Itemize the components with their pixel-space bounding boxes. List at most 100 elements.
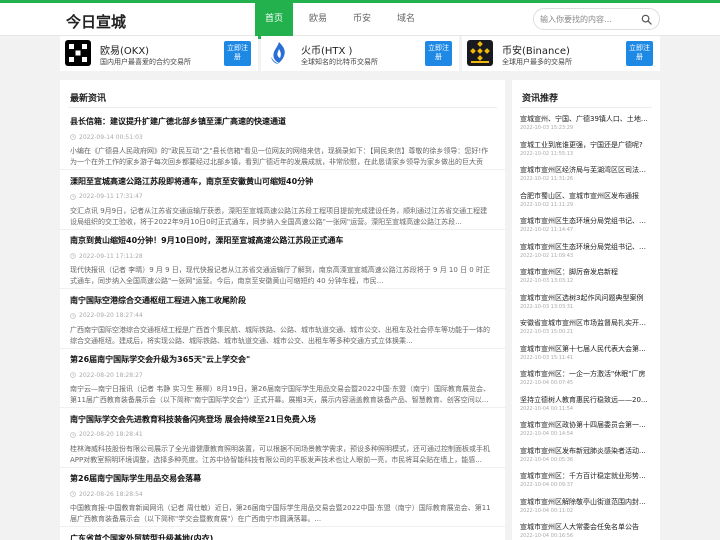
recommend-title[interactable]: 安徽省宣城市宣州区市场监督局扎实开展... xyxy=(520,318,652,328)
recommend-time: 2022-10-04 00:14:54 xyxy=(520,431,574,437)
recommend-title[interactable]: 宣城市宣州区生态环境分局党组书记、局长 xyxy=(520,216,652,226)
article-title[interactable]: 溧阳至宣城高速公路江苏段即将通车，南京至安徽黄山可缩短40分钟 xyxy=(70,176,492,187)
recommend-title[interactable]: 宣城市宣州区人大常委会任免名单公告 xyxy=(520,522,652,532)
recommend-item[interactable]: 安徽省宣城市宣州区市场监督局扎实开展... 2022-10-03 15:00:21 xyxy=(520,318,652,335)
recommend-item[interactable]: 宣城市宣州区经济局与芜湖湾区区司法局签约 2022-10-02 11:31:26 xyxy=(520,165,652,182)
recommend-time: 2022-10-04 00:11:54 xyxy=(520,405,574,412)
section-title: 资讯推荐 xyxy=(522,94,559,104)
recommend-title[interactable]: 宣城市宣州区：一企一方激活"休眠"厂房 xyxy=(520,369,652,379)
article-summary: 中国教育报-中国教育新闻网讯（记者 周仕敏）近日，第26届南宁国际学生用品交易会… xyxy=(70,504,491,523)
recommend-item[interactable]: 宣城市宣州区人大常委会任免名单公告 2022-10-04 00:16:56 xyxy=(520,522,652,539)
okx-logo-icon xyxy=(65,40,91,66)
recommend-time: 2022-10-04 00:05:36 xyxy=(520,456,574,463)
article-item[interactable]: 第26届南宁国际学生用品交易会落幕 2022-08-26 18:28:54 中国教育… xyxy=(70,473,492,525)
article-time-text: 2022-08-20 18:28:27 xyxy=(79,371,143,379)
recommend-time: 2022-10-02 11:31:26 xyxy=(520,176,574,182)
recommend-time: 2022-10-03 15:00:21 xyxy=(520,329,574,335)
search-box xyxy=(533,8,660,30)
article-title[interactable]: 南宁国际学交会先进教育科技装备闪亮登场 展会持续至21日免费入场 xyxy=(70,414,492,425)
recommend-time: 2022-10-03 13:03:12 xyxy=(520,278,574,284)
recommend-title[interactable]: 宣城市宣州区：千方百计稳定就业形势... xyxy=(520,471,652,481)
article-title[interactable]: 第26届南宁国际学交会升级为365天"云上学交会" xyxy=(70,354,492,365)
recommend-time: 2022-10-04 00:07:45 xyxy=(520,380,574,386)
recommend-time: 2022-10-04 00:11:02 xyxy=(520,507,574,514)
recommend-time: 2022-10-02 11:14:47 xyxy=(520,227,574,233)
recommend-title[interactable]: 宣城市宣州区发布新冠肺炎感染者活动... xyxy=(520,446,652,456)
recommend-item[interactable]: 宣城市宣州区：脚厉奋发启新程 2022-10-03 13:03:12 xyxy=(520,267,652,284)
exchange-card-okx[interactable]: 欧易(OKX) 国内用户最喜爱的合约交易所 立即注册 xyxy=(60,36,258,71)
recommend-item[interactable]: 宣城工业到底谁更强，宁国还是广德呢? 2022-10-02 11:55:13 xyxy=(520,140,652,157)
clock-icon xyxy=(70,431,76,438)
recommend-title[interactable]: 宣城市宣州区政协第十四届委员会第一... xyxy=(520,420,652,430)
article-time-text: 2022-09-14 00:51:03 xyxy=(79,133,143,141)
recommend-title[interactable]: 合肥市蜀山区、宣城市宣州区发布通报 xyxy=(520,191,652,201)
register-button[interactable]: 立即注册 xyxy=(425,41,452,66)
recommend-item[interactable]: 宣城市宣州区生态环境分局党组书记、局长 2022-10-02 11:14:47 xyxy=(520,216,652,233)
article-item[interactable]: 溧阳至宣城高速公路江苏段即将通车，南京至安徽黄山可缩短40分钟 2022-09-1… xyxy=(70,176,492,228)
article-title[interactable]: 南宁国际空港综合交通枢纽工程进入施工收尾阶段 xyxy=(70,295,492,306)
divider xyxy=(58,347,507,349)
recommend-title[interactable]: 坚持立德树人教育惠民行稳致远——20... xyxy=(520,395,652,405)
article-item[interactable]: 南宁国际空港综合交通枢纽工程进入施工收尾阶段 2022-09-20 18:27:4… xyxy=(70,295,492,347)
recommend-item[interactable]: 宣城市宣州区解除敬亭山街道范围内封... 2022-10-04 00:11:02 xyxy=(520,497,652,514)
article-time: 2022-09-11 17:11:28 xyxy=(70,252,492,260)
recommend-title[interactable]: 宣城市宣州区第十七届人民代表大会第... xyxy=(520,344,652,354)
recommend-time: 2022-10-04 00:09:37 xyxy=(520,482,574,488)
article-summary: 桂林海威科技股份有限公司展示了全光谱健康教育照明装置，可以根据不同场景教学需求，… xyxy=(70,444,490,464)
recommend-item[interactable]: 宣城市宣州区发布新冠肺炎感染者活动... 2022-10-04 00:05:36 xyxy=(520,446,652,463)
recommend-item[interactable]: 宣城市宣州区生态环境分局党组书记、局长 2022-10-02 11:09:43 xyxy=(520,242,652,259)
recommend-title[interactable]: 宣城市宣州区经济局与芜湖湾区区司法局签约 xyxy=(520,165,652,175)
article-item[interactable]: 南京到黄山缩短40分钟！9月10日0时，溧阳至宣城高速公路江苏段正式通车 2022… xyxy=(70,235,492,287)
binance-logo-icon xyxy=(467,40,493,66)
recommend-time: 2022-10-02 11:55:13 xyxy=(520,150,574,157)
search-icon[interactable] xyxy=(641,14,652,25)
section-title: 最新资讯 xyxy=(70,94,107,104)
register-button[interactable]: 立即注册 xyxy=(224,41,251,66)
clock-icon xyxy=(70,134,76,140)
top-navbar: 今日宣城 首页 欧易 币安 域名 xyxy=(0,0,720,39)
exchange-card-htx[interactable]: 火币(HTX ) 全球知名的比特币交易所 立即注册 xyxy=(261,36,459,71)
article-item[interactable]: 县长信箱：建议提升扩建广德北部乡镇至溧广高速的快速通道 2022-09-14 00… xyxy=(70,116,492,168)
recommend-item[interactable]: 合肥市蜀山区、宣城市宣州区发布通报 2022-10-02 11:11:29 xyxy=(520,191,652,208)
article-title[interactable]: 广东省首个国家外贸转型升级基地(内衣) xyxy=(70,533,492,540)
article-title[interactable]: 南京到黄山缩短40分钟！9月10日0时，溧阳至宣城高速公路江苏段正式通车 xyxy=(70,235,492,246)
recommend-item[interactable]: 宣城市宣州区政协第十四届委员会第一... 2022-10-04 00:14:54 xyxy=(520,420,652,437)
recommend-item[interactable]: 宣城宣州、宁国、广德39镇人口、土地面积排名2022-10-03 15:23:2… xyxy=(520,114,652,131)
article-time-text: 2022-08-20 18:28:41 xyxy=(79,431,143,438)
exchange-card-binance[interactable]: 币安(Binance) 全球用户最多的交易所 立即注册 xyxy=(462,36,660,71)
article-summary: 南宁云—南宁日报讯（记者 韦静 实习生 蔡柳）8月19日，第26届南宁国际学生用… xyxy=(70,385,490,404)
recommend-time: 2022-10-03 15:23:29 xyxy=(520,125,574,131)
nav-domain[interactable]: 域名 xyxy=(387,0,425,39)
article-item[interactable]: 广东省首个国家外贸转型升级基地(内衣) xyxy=(70,533,492,540)
main-nav: 首页 欧易 币安 域名 xyxy=(255,0,431,39)
recommend-title[interactable]: 宣城宣州、宁国、广德39镇人口、土地面积排名 xyxy=(520,114,652,124)
register-button[interactable]: 立即注册 xyxy=(626,41,653,66)
nav-okx[interactable]: 欧易 xyxy=(299,0,337,39)
recommend-item[interactable]: 宣城市宣州区：千方百计稳定就业形势... 2022-10-04 00:09:37 xyxy=(520,471,652,488)
article-item[interactable]: 第26届南宁国际学交会升级为365天"云上学交会" 2022-08-20 18:2… xyxy=(70,354,492,406)
recommend-title[interactable]: 宣城市宣州区选树3起作风问题典型案例 xyxy=(520,293,652,303)
exchange-desc: 全球知名的比特币交易所 xyxy=(301,58,378,66)
recommend-item[interactable]: 宣城市宣州区第十七届人民代表大会第... 2022-10-03 15:11:41 xyxy=(520,344,652,361)
exchange-name: 欧易(OKX) xyxy=(100,46,150,57)
article-summary: 现代快报讯（记者 李晴）9 月 9 日，现代快报记者从江苏省交通运输厅了解到，南… xyxy=(70,266,490,285)
recommend-time: 2022-10-04 00:16:56 xyxy=(520,533,574,539)
article-title[interactable]: 县长信箱：建议提升扩建广德北部乡镇至溧广高速的快速通道 xyxy=(70,116,492,127)
nav-binance[interactable]: 币安 xyxy=(343,0,381,39)
article-title[interactable]: 第26届南宁国际学生用品交易会落幕 xyxy=(70,473,492,484)
recommend-item[interactable]: 坚持立德树人教育惠民行稳致远——20... 2022-10-04 00:11:54 xyxy=(520,395,652,412)
search-input[interactable] xyxy=(540,12,636,26)
recommend-title[interactable]: 宣城工业到底谁更强，宁国还是广德呢? xyxy=(520,140,652,150)
site-logo[interactable]: 今日宣城 xyxy=(66,11,126,32)
clock-icon xyxy=(70,372,76,378)
nav-home[interactable]: 首页 xyxy=(255,0,294,39)
recommend-title[interactable]: 宣城市宣州区解除敬亭山街道范围内封... xyxy=(520,497,652,507)
recommend-item[interactable]: 宣城市宣州区：一企一方激活"休眠"厂房 2022-10-04 00:07:45 xyxy=(520,369,652,386)
recommend-title[interactable]: 宣城市宣州区生态环境分局党组书记、局长 xyxy=(520,242,652,252)
divider xyxy=(58,526,507,527)
exchange-desc: 全球用户最多的交易所 xyxy=(502,58,572,66)
article-time-text: 2022-08-26 18:28:54 xyxy=(79,490,143,498)
recommend-item[interactable]: 宣城市宣州区选树3起作风问题典型案例 2022-10-03 13:03:31 xyxy=(520,293,652,310)
recommend-title[interactable]: 宣城市宣州区：脚厉奋发启新程 xyxy=(520,267,652,277)
article-item[interactable]: 南宁国际学交会先进教育科技装备闪亮登场 展会持续至21日免费入场 2022-08-… xyxy=(70,414,492,466)
